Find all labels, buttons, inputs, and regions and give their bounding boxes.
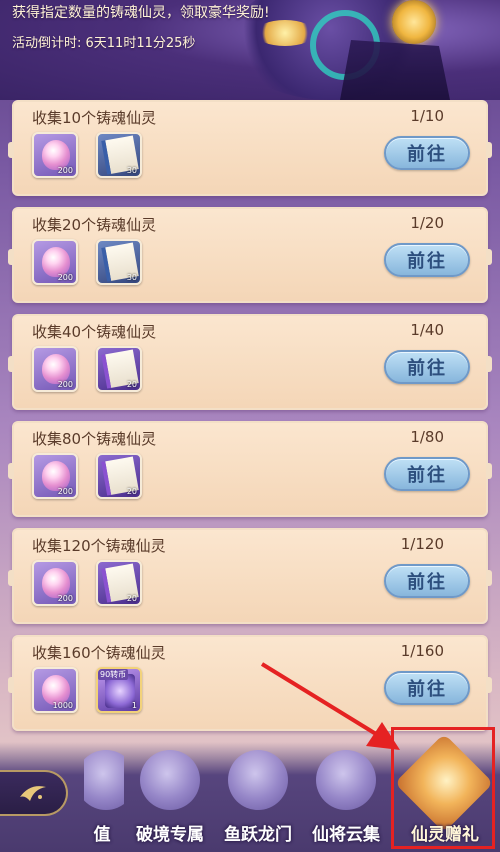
blue-scroll-icon[interactable]: 30: [96, 239, 142, 285]
nav-label: 鱼跃龙门: [224, 825, 292, 845]
task-title: 收集20个铸魂仙灵: [32, 216, 157, 234]
task-progress: 1/10: [410, 107, 444, 125]
soul-gem-icon[interactable]: 1000: [32, 667, 78, 713]
task-title: 收集120个铸魂仙灵: [32, 537, 166, 555]
task-card: 收集160个铸魂仙灵 1/160 1000 90转币 1 前往: [8, 635, 492, 731]
purple-scroll-icon[interactable]: 20: [96, 453, 142, 499]
nav-item-partial[interactable]: 值: [84, 742, 124, 852]
crescent-moon-icon: [20, 786, 46, 801]
event-description: 获得指定数量的铸魂仙灵，领取豪华奖励!: [12, 5, 270, 21]
character-portrait-icon: [140, 750, 200, 810]
task-card: 收集20个铸魂仙灵 1/20 200 30 前往: [8, 207, 492, 303]
task-title: 收集10个铸魂仙灵: [32, 109, 157, 127]
pointer-arrow-icon: [260, 662, 400, 750]
nav-label: 破境专属: [136, 825, 204, 845]
soul-gem-icon[interactable]: 200: [32, 239, 78, 285]
nav-label: 仙将云集: [312, 825, 380, 845]
reward-quantity: 20: [126, 594, 137, 603]
task-card: 收集80个铸魂仙灵 1/80 200 20 前往: [8, 421, 492, 517]
banner-orb-decoration: [392, 0, 436, 44]
task-progress: 1/160: [400, 642, 444, 660]
event-banner: 获得指定数量的铸魂仙灵，领取豪华奖励! 活动倒计时: 6天11时11分25秒: [0, 0, 500, 100]
reward-quantity: 1: [131, 701, 137, 710]
task-progress: 1/40: [410, 321, 444, 339]
task-title: 收集80个铸魂仙灵: [32, 430, 157, 448]
reward-quantity: 1000: [52, 701, 73, 710]
reward-quantity: 30: [126, 273, 137, 282]
task-progress: 1/80: [410, 428, 444, 446]
go-button[interactable]: 前往: [384, 350, 470, 384]
highlight-box: [391, 727, 495, 849]
go-button[interactable]: 前往: [384, 457, 470, 491]
character-portrait-icon: [84, 750, 124, 810]
soul-gem-icon[interactable]: 200: [32, 132, 78, 178]
go-button[interactable]: 前往: [384, 136, 470, 170]
go-button[interactable]: 前往: [384, 564, 470, 598]
go-button[interactable]: 前往: [384, 243, 470, 277]
task-card: 收集10个铸魂仙灵 1/10 200 30 前往: [8, 100, 492, 196]
soul-gem-icon[interactable]: 200: [32, 560, 78, 606]
soul-gem-icon[interactable]: 200: [32, 346, 78, 392]
reward-quantity: 200: [57, 380, 73, 389]
nav-label: 值: [93, 825, 111, 845]
reward-quantity: 200: [57, 273, 73, 282]
card-badge: 90转币: [98, 669, 129, 680]
purple-scroll-icon[interactable]: 20: [96, 560, 142, 606]
purple-scroll-icon[interactable]: 20: [96, 346, 142, 392]
reward-quantity: 200: [57, 487, 73, 496]
event-countdown: 活动倒计时: 6天11时11分25秒: [12, 36, 196, 51]
task-progress: 1/120: [400, 535, 444, 553]
banner-figure-decoration: [340, 40, 450, 100]
reward-quantity: 200: [57, 594, 73, 603]
reward-quantity: 20: [126, 380, 137, 389]
task-title: 收集40个铸魂仙灵: [32, 323, 157, 341]
blue-scroll-icon[interactable]: 30: [96, 132, 142, 178]
nav-item-breakthrough[interactable]: 破境专属: [124, 742, 216, 852]
banner-glow-decoration: [255, 20, 315, 46]
task-card: 收集40个铸魂仙灵 1/40 200 20 前往: [8, 314, 492, 410]
task-card: 收集120个铸魂仙灵 1/120 200 20 前往: [8, 528, 492, 624]
task-progress: 1/20: [410, 214, 444, 232]
reward-quantity: 30: [126, 166, 137, 175]
card-90-icon[interactable]: 90转币 1: [96, 667, 142, 713]
reward-quantity: 20: [126, 487, 137, 496]
reward-quantity: 200: [57, 166, 73, 175]
back-button[interactable]: [0, 770, 68, 816]
task-title: 收集160个铸魂仙灵: [32, 644, 166, 662]
soul-gem-icon[interactable]: 200: [32, 453, 78, 499]
